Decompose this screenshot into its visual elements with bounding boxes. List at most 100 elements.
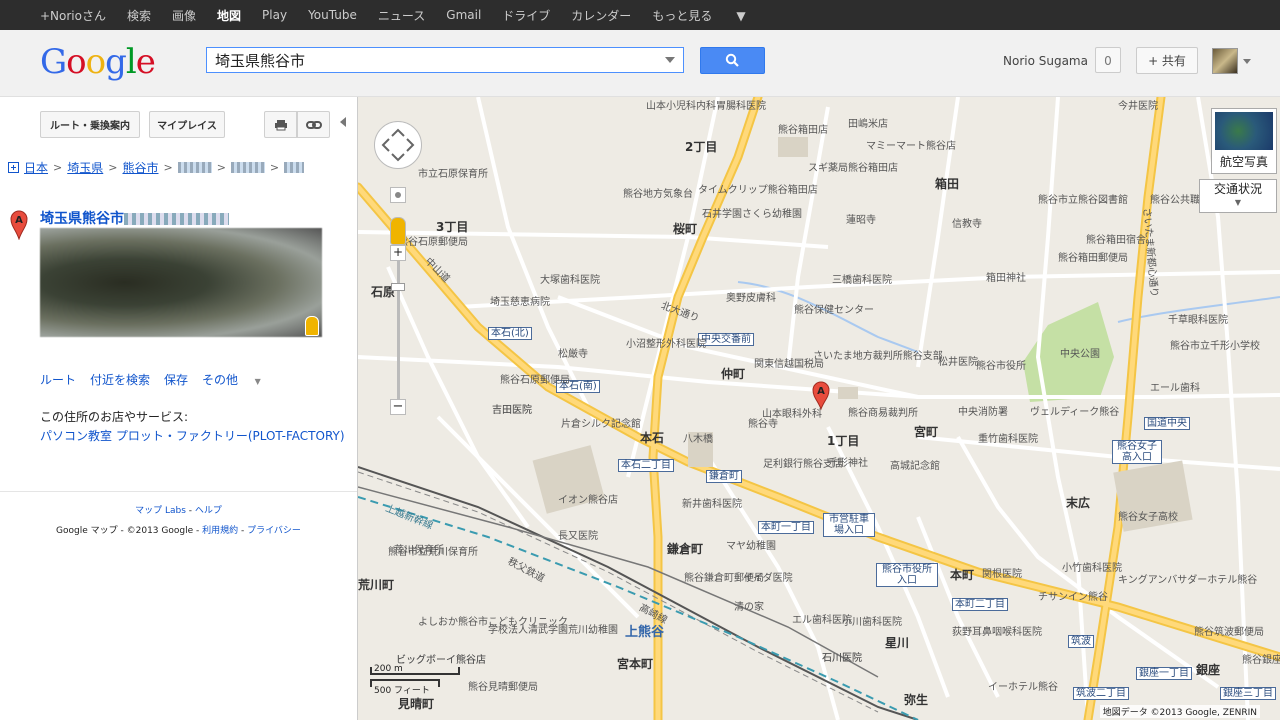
poi-label[interactable]: 吉田医院 [492, 405, 532, 416]
nav-plus-user[interactable]: +Norioさん [40, 7, 106, 24]
poi-label[interactable]: 熊谷地方気象台 [623, 189, 693, 200]
station-label[interactable]: 上熊谷 [625, 626, 664, 639]
poi-label[interactable]: チサンイン熊谷 [1038, 592, 1108, 603]
nav-drive[interactable]: ドライブ [502, 7, 550, 24]
search-button[interactable] [700, 47, 765, 74]
zoom-reset-button[interactable] [390, 187, 406, 203]
search-box[interactable] [206, 47, 684, 73]
poi-label[interactable]: 信教寺 [952, 219, 982, 230]
marker-a-icon[interactable]: A [10, 210, 28, 240]
poi-label[interactable]: 小竹歯科医院 [1062, 563, 1122, 574]
poi-label[interactable]: 清の家 [734, 602, 764, 613]
poi-label[interactable]: 小川歯科医院 [842, 617, 902, 628]
print-button[interactable] [264, 111, 297, 138]
poi-label[interactable]: 熊谷石原郵便局 [500, 375, 570, 386]
poi-label[interactable]: 重竹歯科医院 [978, 434, 1038, 445]
footer-terms[interactable]: 利用規約 [202, 526, 238, 536]
action-route[interactable]: ルート [40, 371, 76, 388]
poi-label[interactable]: 大塚歯科医院 [540, 275, 600, 286]
aerial-view-button[interactable]: 航空写真 [1211, 108, 1277, 174]
search-dropdown-icon[interactable] [665, 57, 675, 63]
poi-label[interactable]: 熊谷市立千形小学校 [1170, 341, 1260, 352]
search-input[interactable] [207, 48, 663, 72]
poi-label[interactable]: 山本小児科内科胃腸科医院 [646, 101, 766, 112]
business-link[interactable]: パソコン教室 プロット・ファクトリー(PLOT-FACTORY) [40, 427, 345, 444]
pan-control[interactable] [374, 121, 422, 169]
poi-label[interactable]: 千草眼科医院 [1168, 315, 1228, 326]
poi-label[interactable]: 松井医院 [938, 357, 978, 368]
poi-label[interactable]: 熊谷箱田郵便局 [1058, 253, 1128, 264]
nav-play[interactable]: Play [262, 8, 287, 22]
poi-label[interactable]: 中央公園 [1060, 349, 1100, 360]
nav-images[interactable]: 画像 [172, 7, 196, 24]
zoom-out-button[interactable]: − [390, 399, 406, 415]
myplaces-button[interactable]: マイプレイス [149, 111, 225, 138]
poi-label[interactable]: 八木橋 [683, 434, 713, 445]
share-button[interactable]: + 共有 [1136, 47, 1198, 74]
poi-label[interactable]: 熊谷女子高校 [1118, 512, 1178, 523]
map-attribution[interactable]: 地図データ ©2013 Google, ZENRIN [1099, 705, 1260, 718]
poi-label[interactable]: 熊谷銀座郵便局 [1242, 655, 1280, 666]
poi-label[interactable]: 三橋歯科医院 [832, 275, 892, 286]
poi-label[interactable]: 熊谷箱田宿舎 [1086, 235, 1146, 246]
breadcrumb-saitama[interactable]: 埼玉県 [67, 159, 103, 176]
map-canvas[interactable]: A 2丁目 3丁目 箱田 桜町 石原 仲町 1丁目 本石 宮町 末広 鎌倉町 本… [358, 97, 1280, 720]
route-button[interactable]: ルート・乗換案内 [40, 111, 140, 138]
map-marker-a[interactable]: A [812, 381, 830, 411]
poi-label[interactable]: 足利銀行熊谷支店 [763, 459, 843, 470]
result-title[interactable]: 埼玉県熊谷市 [40, 208, 229, 228]
poi-label[interactable]: エール歯科 [1150, 383, 1200, 394]
poi-label[interactable]: 熊谷市立熊谷図書館 [1038, 195, 1128, 206]
poi-label[interactable]: 蓮昭寺 [846, 215, 876, 226]
poi-label[interactable]: 箱田神社 [986, 273, 1026, 284]
poi-label[interactable]: 荻野耳鼻咽喉科医院 [952, 627, 1042, 638]
poi-label[interactable]: 奥野皮膚科 [726, 293, 776, 304]
google-logo[interactable]: Google [40, 42, 156, 82]
poi-label[interactable]: 関根医院 [982, 569, 1022, 580]
breadcrumb-japan[interactable]: 日本 [24, 159, 48, 176]
nav-calendar[interactable]: カレンダー [571, 7, 631, 24]
action-save[interactable]: 保存 [164, 371, 188, 388]
poi-label[interactable]: イオン熊谷店 [558, 495, 618, 506]
notification-count[interactable]: 0 [1095, 47, 1121, 73]
footer-maps-labs[interactable]: マップ Labs [135, 506, 186, 516]
poi-label[interactable]: イーホテル熊谷 [988, 682, 1058, 693]
poi-label[interactable]: 片倉シルク記念館 [561, 419, 641, 430]
poi-label[interactable]: 熊谷筑波郵便局 [1194, 627, 1264, 638]
poi-label[interactable]: よしおか熊谷市こどもクリニック [418, 617, 568, 628]
breadcrumb-blurred-3[interactable] [284, 162, 305, 173]
action-more[interactable]: その他 ▼ [202, 371, 275, 388]
poi-label[interactable]: 熊谷箱田店 [778, 125, 828, 136]
traffic-button[interactable]: 交通状況 ▼ [1199, 179, 1277, 213]
poi-label[interactable]: 熊谷石原郵便局 [398, 237, 468, 248]
nav-maps[interactable]: 地図 [217, 7, 241, 24]
pegman-control[interactable] [390, 217, 406, 245]
poi-label[interactable]: 熊谷見晴郵便局 [468, 682, 538, 693]
breadcrumb-blurred-1[interactable] [177, 162, 212, 173]
zoom-slider-thumb[interactable] [391, 283, 405, 291]
footer-help[interactable]: ヘルプ [195, 506, 222, 516]
poi-label[interactable]: 市立石原保育所 [418, 169, 488, 180]
poi-label[interactable]: 関東信越国税局 [754, 359, 824, 370]
breadcrumb-kumagaya[interactable]: 熊谷市 [122, 159, 158, 176]
poi-label[interactable]: 石井学園さくら幼稚園 [702, 209, 802, 220]
nav-news[interactable]: ニュース [378, 7, 425, 24]
link-button[interactable] [297, 111, 330, 138]
poi-label[interactable]: 新井歯科医院 [682, 499, 742, 510]
zoom-slider-track[interactable] [397, 261, 400, 401]
poi-label[interactable]: 小沼整形外科医院 [626, 339, 706, 350]
poi-label[interactable]: キングアンバサダーホテル熊谷 [1118, 575, 1257, 586]
poi-label[interactable]: マヤ幼稚園 [726, 541, 776, 552]
action-search-nearby[interactable]: 付近を検索 [90, 371, 150, 388]
poi-label[interactable]: 熊谷寺 [748, 419, 778, 430]
footer-privacy[interactable]: プライバシー [247, 526, 301, 536]
poi-label[interactable]: スギ薬局熊谷箱田店 [808, 163, 898, 174]
user-name[interactable]: Norio Sugama [1003, 54, 1088, 68]
pegman-icon[interactable] [305, 316, 319, 336]
poi-label[interactable]: さいたま地方裁判所熊谷支部 [813, 351, 943, 362]
poi-label[interactable]: ビッグボーイ熊谷店 [396, 655, 486, 666]
poi-label[interactable]: イイダ医院 [743, 573, 793, 584]
nav-youtube[interactable]: YouTube [308, 8, 357, 22]
nav-more[interactable]: もっと見る ▼ [652, 7, 766, 24]
nav-gmail[interactable]: Gmail [446, 8, 481, 22]
